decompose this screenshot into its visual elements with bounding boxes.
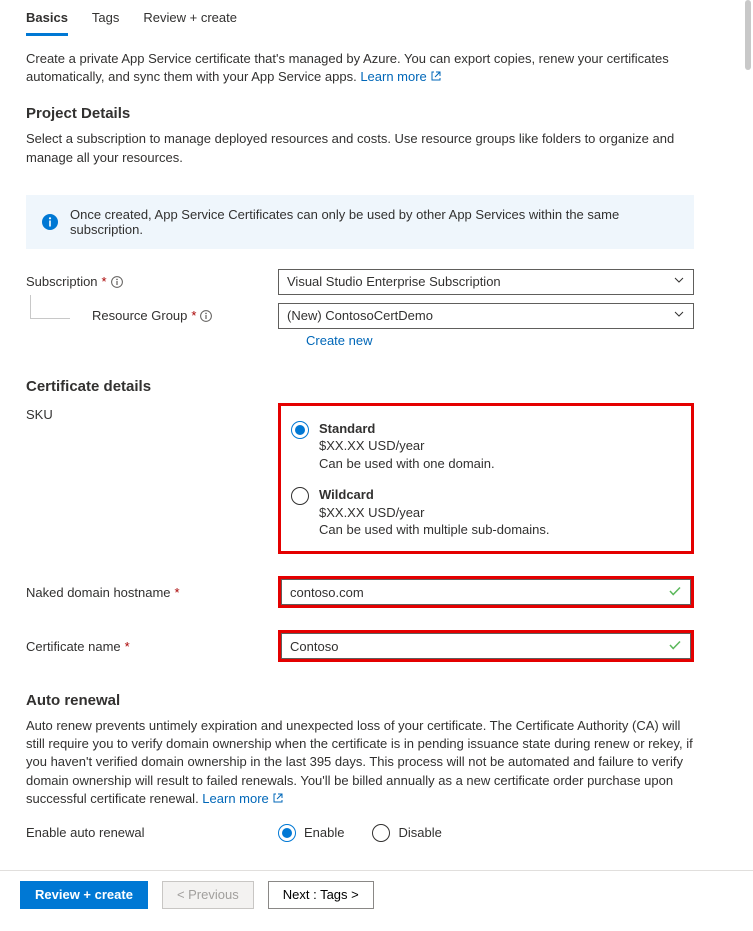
tab-bar: Basics Tags Review + create bbox=[0, 0, 753, 36]
sku-standard-price: $XX.XX USD/year bbox=[319, 437, 495, 455]
required-asterisk: * bbox=[125, 639, 130, 654]
check-icon bbox=[668, 638, 682, 655]
auto-renewal-disable-radio[interactable]: Disable bbox=[372, 823, 441, 842]
intro-text-body: Create a private App Service certificate… bbox=[26, 51, 669, 84]
subscription-select[interactable]: Visual Studio Enterprise Subscription bbox=[278, 269, 694, 295]
sku-wildcard-desc: Can be used with multiple sub-domains. bbox=[319, 521, 550, 539]
certificate-name-label: Certificate name bbox=[26, 639, 121, 654]
auto-renewal-learn-more-link[interactable]: Learn more bbox=[202, 791, 284, 806]
required-asterisk: * bbox=[175, 585, 180, 600]
radio-icon bbox=[278, 824, 296, 842]
radio-icon bbox=[291, 421, 309, 439]
auto-renewal-body: Auto renew prevents untimely expiration … bbox=[26, 718, 693, 806]
disable-option-label: Disable bbox=[398, 825, 441, 840]
tree-elbow-icon bbox=[30, 295, 70, 319]
project-details-heading: Project Details bbox=[26, 105, 694, 122]
tab-basics[interactable]: Basics bbox=[26, 10, 68, 36]
external-link-icon bbox=[272, 791, 284, 809]
chevron-down-icon bbox=[673, 274, 685, 289]
external-link-icon bbox=[430, 69, 442, 87]
learn-more-label: Learn more bbox=[360, 69, 426, 84]
certificate-name-value: Contoso bbox=[290, 639, 338, 654]
certificate-name-input[interactable]: Contoso bbox=[281, 633, 691, 659]
enable-auto-renewal-label: Enable auto renewal bbox=[26, 825, 145, 840]
resource-group-value: (New) ContosoCertDemo bbox=[287, 308, 433, 323]
subscription-value: Visual Studio Enterprise Subscription bbox=[287, 274, 501, 289]
info-bar-text: Once created, App Service Certificates c… bbox=[70, 207, 678, 237]
info-bar: Once created, App Service Certificates c… bbox=[26, 195, 694, 249]
enable-option-label: Enable bbox=[304, 825, 344, 840]
info-icon bbox=[42, 214, 58, 230]
sku-standard-title: Standard bbox=[319, 420, 495, 438]
sku-standard-desc: Can be used with one domain. bbox=[319, 455, 495, 473]
sku-option-standard[interactable]: Standard $XX.XX USD/year Can be used wit… bbox=[287, 416, 685, 477]
footer-bar: Review + create < Previous Next : Tags > bbox=[0, 870, 753, 919]
certificate-details-heading: Certificate details bbox=[26, 378, 694, 395]
sku-label: SKU bbox=[26, 407, 53, 422]
scrollbar-thumb[interactable] bbox=[745, 0, 751, 70]
naked-domain-label: Naked domain hostname bbox=[26, 585, 171, 600]
resource-group-select[interactable]: (New) ContosoCertDemo bbox=[278, 303, 694, 329]
tab-review-create[interactable]: Review + create bbox=[143, 10, 237, 36]
learn-more-label: Learn more bbox=[202, 791, 268, 806]
naked-domain-value: contoso.com bbox=[290, 585, 364, 600]
sku-wildcard-title: Wildcard bbox=[319, 486, 550, 504]
sku-option-wildcard[interactable]: Wildcard $XX.XX USD/year Can be used wit… bbox=[287, 482, 685, 543]
radio-icon bbox=[291, 487, 309, 505]
subscription-label: Subscription bbox=[26, 274, 98, 289]
resource-group-label: Resource Group bbox=[92, 308, 187, 323]
create-new-link[interactable]: Create new bbox=[306, 333, 372, 348]
chevron-down-icon bbox=[673, 308, 685, 323]
intro-learn-more-link[interactable]: Learn more bbox=[360, 69, 442, 84]
help-icon[interactable] bbox=[111, 276, 123, 288]
sku-radio-group: Standard $XX.XX USD/year Can be used wit… bbox=[278, 403, 694, 554]
required-asterisk: * bbox=[191, 308, 196, 323]
next-button[interactable]: Next : Tags > bbox=[268, 881, 374, 909]
review-create-button[interactable]: Review + create bbox=[20, 881, 148, 909]
auto-renewal-enable-radio[interactable]: Enable bbox=[278, 823, 344, 842]
naked-domain-input[interactable]: contoso.com bbox=[281, 579, 691, 605]
intro-text: Create a private App Service certificate… bbox=[26, 50, 694, 87]
project-details-subtitle: Select a subscription to manage deployed… bbox=[26, 130, 694, 166]
required-asterisk: * bbox=[102, 274, 107, 289]
check-icon bbox=[668, 584, 682, 601]
help-icon[interactable] bbox=[200, 310, 212, 322]
previous-button: < Previous bbox=[162, 881, 254, 909]
auto-renewal-text: Auto renew prevents untimely expiration … bbox=[26, 717, 694, 809]
radio-icon bbox=[372, 824, 390, 842]
tab-tags[interactable]: Tags bbox=[92, 10, 119, 36]
auto-renewal-heading: Auto renewal bbox=[26, 692, 694, 709]
sku-wildcard-price: $XX.XX USD/year bbox=[319, 504, 550, 522]
